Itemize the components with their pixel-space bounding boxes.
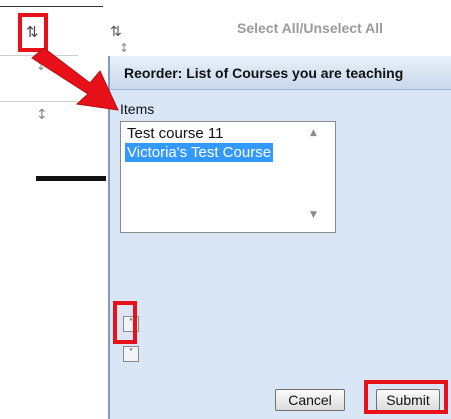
reorder-icon[interactable]: ↕	[119, 42, 129, 54]
cancel-button[interactable]: Cancel	[275, 389, 345, 411]
chevron-down-icon: ˅	[128, 348, 134, 359]
highlight-submit	[364, 380, 448, 414]
top-divider	[0, 6, 103, 7]
reorder-dialog: Reorder: List of Courses you are teachin…	[108, 56, 451, 419]
select-all-link[interactable]: Select All/Unselect All	[237, 20, 383, 36]
list-scroll-up-icon[interactable]: ▲	[310, 128, 317, 138]
row-divider-2	[0, 101, 78, 102]
list-scroll-down-icon[interactable]: ▼	[310, 210, 317, 220]
items-label: Items	[120, 101, 155, 117]
reorder-icon[interactable]: ↕	[36, 60, 46, 72]
screenshot-stage: ⇅ ⇅ ↕ ↕ ↕ Select All/Unselect All Reorde…	[0, 0, 451, 419]
highlight-move-up	[113, 301, 137, 344]
move-down-button[interactable]: ˅	[123, 346, 139, 362]
list-item[interactable]: Test course 11	[125, 124, 225, 143]
list-item-selected[interactable]: Victoria's Test Course	[125, 143, 274, 162]
row-divider-1	[0, 55, 78, 56]
reorder-icon[interactable]: ⇅	[110, 25, 122, 39]
dialog-title: Reorder: List of Courses you are teachin…	[110, 56, 451, 90]
items-listbox[interactable]: Test course 11 Victoria's Test Course ▲ …	[120, 121, 336, 233]
dialog-body: Items Test course 11 Victoria's Test Cou…	[110, 91, 451, 419]
reorder-icon[interactable]: ↕	[36, 108, 48, 122]
highlight-reorder-icon	[18, 13, 48, 52]
black-separator	[36, 176, 106, 181]
